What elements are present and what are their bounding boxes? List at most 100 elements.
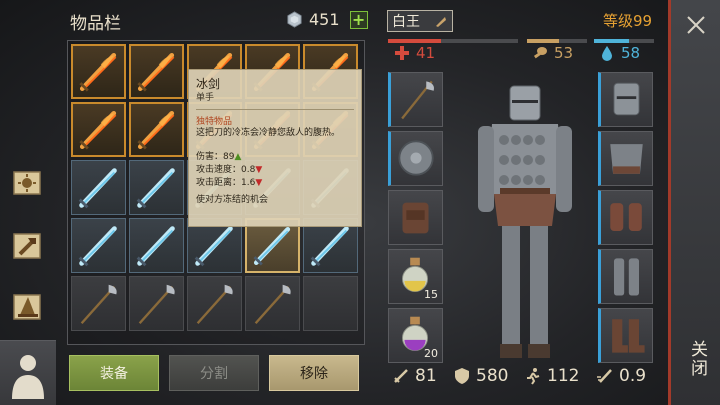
- inventory-slot-fire-sword[interactable]: [129, 44, 184, 99]
- attack-speed-stat: 0.9: [596, 366, 646, 386]
- attack-stat: 81: [392, 366, 437, 386]
- armor-value: 580: [476, 366, 509, 386]
- water-value: 58: [621, 44, 641, 62]
- gloves-icon: [610, 203, 642, 231]
- fire-sword-icon: [137, 52, 175, 92]
- speed-value: 112: [547, 366, 580, 386]
- inventory-slot-fire-sword[interactable]: [71, 44, 126, 99]
- greaves-icon: [613, 258, 640, 296]
- ice-sword-icon: [78, 226, 117, 267]
- stat-down-arrow-icon: ▼: [255, 178, 263, 188]
- round-shield-icon: [398, 140, 434, 176]
- potion-small-quantity: 15: [424, 288, 438, 301]
- food-value: 53: [554, 44, 574, 62]
- tooltip-description: 这把刀的冷冻会冷静您敌人的腹热。: [196, 128, 341, 138]
- wizard-hat-icon: [13, 294, 41, 320]
- stat-down-arrow-icon: ▼: [255, 165, 263, 175]
- fire-sword-icon: [137, 110, 175, 150]
- equip-button[interactable]: 装备: [69, 355, 159, 391]
- fire-sword-icon: [79, 52, 117, 92]
- inventory-slot-fire-sword[interactable]: [71, 102, 126, 157]
- currency-value: 451: [309, 10, 340, 29]
- boots-slot[interactable]: [598, 308, 653, 363]
- crafting-tab[interactable]: [4, 160, 52, 208]
- water-bar-fill: [594, 39, 629, 43]
- inventory-slot-ice-sword[interactable]: [129, 160, 184, 215]
- ice-sword-icon: [78, 168, 117, 209]
- water-bar: [594, 39, 654, 43]
- backpack-slot[interactable]: [388, 190, 443, 245]
- backpack-icon: [402, 202, 429, 234]
- tooltip-stat-label: 伤害：: [196, 152, 224, 162]
- health-bar-fill: [388, 39, 442, 43]
- split-button[interactable]: 分割: [169, 355, 259, 391]
- chainmail-icon: [610, 144, 643, 174]
- food-bar-fill: [527, 39, 559, 43]
- close-panel[interactable]: 关闭: [668, 0, 720, 405]
- tooltip-stat-label: 攻击速度：: [196, 165, 242, 175]
- inventory-slot-halberd[interactable]: [245, 276, 300, 331]
- tooltip-stat-row: 攻击速度：0.8▼: [196, 164, 354, 177]
- remove-button[interactable]: 移除: [269, 355, 359, 391]
- character-model: [478, 85, 572, 358]
- shield-icon: [455, 368, 469, 384]
- tooltip-stat-value: 0.8: [241, 165, 256, 175]
- build-tab[interactable]: [4, 222, 52, 270]
- sword-icon: [394, 369, 408, 383]
- inventory-slot-ice-sword[interactable]: [71, 218, 126, 273]
- fire-sword-icon: [79, 110, 117, 150]
- coin-icon: [287, 11, 302, 28]
- character-name-box[interactable]: 白王: [387, 10, 453, 32]
- add-currency-button[interactable]: +: [349, 10, 368, 29]
- inventory-slot-fire-sword[interactable]: [129, 102, 184, 157]
- inventory-slot-halberd[interactable]: [129, 276, 184, 331]
- edit-quill-icon[interactable]: [434, 14, 448, 28]
- attack-speed-value: 0.9: [619, 366, 647, 386]
- halberd-icon: [138, 284, 175, 325]
- boots-icon: [612, 319, 645, 353]
- tooltip-divider: [196, 109, 354, 110]
- chest-slot[interactable]: [598, 131, 653, 186]
- health-bar: [388, 39, 518, 43]
- helmet-slot[interactable]: [598, 72, 653, 127]
- tooltip-stats: 伤害：89▲ 攻击速度：0.8▼ 攻击距离：1.6▼: [196, 151, 354, 190]
- stat-up-arrow-icon: ▲: [234, 152, 242, 162]
- inventory-slot-ice-sword[interactable]: [71, 160, 126, 215]
- ice-sword-icon: [253, 226, 291, 266]
- potion-large-quantity: 20: [424, 347, 438, 360]
- halberd-icon: [80, 284, 117, 325]
- tooltip-stat-value: 1.6: [241, 178, 256, 188]
- water-drop-icon: [602, 46, 612, 61]
- swift-sword-icon: [597, 369, 612, 383]
- halberd-icon: [196, 284, 233, 325]
- tooltip-stat-value: 89: [223, 152, 235, 162]
- inventory-slot-halberd[interactable]: [71, 276, 126, 331]
- gloves-slot[interactable]: [598, 190, 653, 245]
- drumstick-icon: [533, 47, 547, 59]
- halberd-icon: [401, 80, 434, 120]
- inventory-slot-halberd[interactable]: [187, 276, 242, 331]
- potion-slot-large[interactable]: 20: [388, 308, 443, 363]
- character-name: 白王: [392, 14, 420, 30]
- hammer-icon: [13, 233, 41, 259]
- side-rail: [0, 0, 56, 405]
- halberd-icon: [254, 284, 291, 325]
- great-helm-icon: [613, 82, 640, 116]
- magic-tab[interactable]: [4, 283, 52, 331]
- tooltip-effect: 使对方冻结的机会: [196, 195, 269, 205]
- food-stat: 53: [532, 44, 573, 62]
- running-man-icon: [527, 368, 540, 385]
- inventory-slot-empty[interactable]: [303, 276, 358, 331]
- potion-slot-small[interactable]: 15: [388, 249, 443, 304]
- character-icon: [12, 355, 44, 399]
- weapon-slot[interactable]: [388, 72, 443, 127]
- inventory-slot-ice-sword[interactable]: [129, 218, 184, 273]
- legs-slot[interactable]: [598, 249, 653, 304]
- close-icon[interactable]: [683, 12, 709, 38]
- close-label[interactable]: 关闭: [685, 340, 710, 378]
- water-stat: 58: [599, 44, 640, 62]
- health-value: 41: [416, 44, 436, 62]
- character-tab[interactable]: [0, 340, 56, 405]
- shield-slot[interactable]: [388, 131, 443, 186]
- health-stat: 41: [394, 44, 435, 62]
